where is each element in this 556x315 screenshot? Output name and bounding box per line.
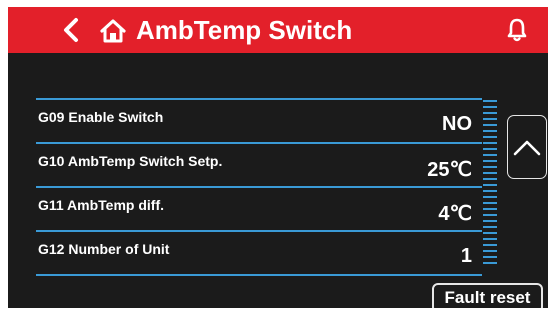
bell-icon xyxy=(507,18,527,42)
home-icon xyxy=(100,19,126,43)
param-label: G10 AmbTemp Switch Setp. xyxy=(38,153,223,169)
list-bottom-divider xyxy=(36,274,482,276)
param-row-g12[interactable]: G12 Number of Unit 1 xyxy=(36,230,482,275)
scroll-up-button[interactable] xyxy=(507,115,547,179)
param-label: G09 Enable Switch xyxy=(38,109,164,125)
chevron-up-icon xyxy=(513,140,541,156)
header-bar: AmbTemp Switch xyxy=(8,7,548,53)
param-label: G12 Number of Unit xyxy=(38,241,170,257)
alarm-button[interactable] xyxy=(502,15,532,45)
page-title: AmbTemp Switch xyxy=(136,15,353,45)
back-button[interactable] xyxy=(58,12,84,48)
home-button[interactable] xyxy=(98,16,128,46)
param-value[interactable]: 4℃ xyxy=(438,201,472,226)
param-row-g10[interactable]: G10 AmbTemp Switch Setp. 25℃ xyxy=(36,142,482,187)
param-row-g11[interactable]: G11 AmbTemp diff. 4℃ xyxy=(36,186,482,231)
fault-reset-button[interactable]: Fault reset xyxy=(432,283,543,308)
param-value[interactable]: 1 xyxy=(461,245,472,268)
device-screen: AmbTemp Switch G09 Enable Switch NO G10 … xyxy=(8,7,548,308)
scroll-scale[interactable] xyxy=(483,97,497,269)
chevron-left-icon xyxy=(64,18,78,42)
param-value[interactable]: NO xyxy=(442,113,472,136)
param-value[interactable]: 25℃ xyxy=(427,157,472,182)
param-row-g09[interactable]: G09 Enable Switch NO xyxy=(36,98,482,143)
param-label: G11 AmbTemp diff. xyxy=(38,197,165,213)
